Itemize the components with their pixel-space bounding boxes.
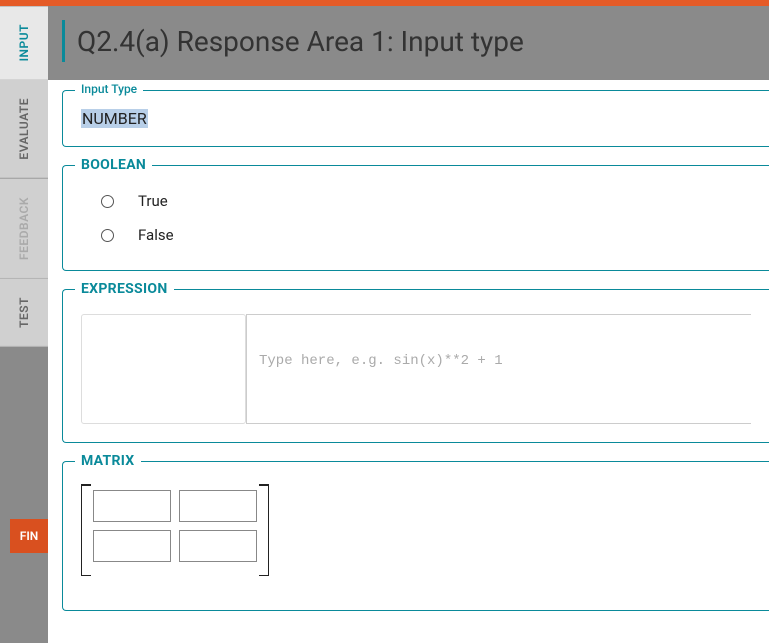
radio-label: True [138,192,168,210]
boolean-option-true[interactable]: True [81,184,751,218]
boolean-fieldset: BOOLEAN True False [62,165,769,271]
matrix-cell[interactable] [179,490,257,522]
radio-label: False [138,226,174,244]
expression-fieldset: EXPRESSION Type here, e.g. sin(x)**2 + 1 [62,289,769,443]
matrix-cell[interactable] [179,530,257,562]
expression-input[interactable]: Type here, e.g. sin(x)**2 + 1 [246,314,751,424]
radio-icon [101,229,114,242]
bracket-left-icon [81,484,87,576]
boolean-option-false[interactable]: False [81,218,751,252]
matrix-cell[interactable] [93,530,171,562]
bracket-right-icon [263,484,269,576]
tab-input[interactable]: INPUT [0,6,48,80]
matrix-fieldset: MATRIX [62,461,769,611]
matrix-legend: MATRIX [75,453,141,469]
content-panel: Input Type NUMBER BOOLEAN True False EXP… [48,80,769,643]
sidebar: INPUT EVALUATE FEEDBACK TEST FIN [0,6,48,643]
tab-evaluate[interactable]: EVALUATE [0,80,48,179]
input-type-fieldset[interactable]: Input Type NUMBER [62,90,769,147]
page-title: Q2.4(a) Response Area 1: Input type [77,25,524,58]
expression-preview [81,314,246,424]
tab-feedback[interactable]: FEEDBACK [0,179,48,279]
page-header: Q2.4(a) Response Area 1: Input type [48,6,769,80]
expression-legend: EXPRESSION [75,281,174,297]
finish-button[interactable]: FIN [10,519,48,553]
header-accent [62,20,65,62]
input-type-legend: Input Type [75,82,143,96]
input-type-value[interactable]: NUMBER [81,109,148,128]
boolean-legend: BOOLEAN [75,157,152,173]
radio-icon [101,195,114,208]
matrix-grid [91,484,259,568]
matrix-cell[interactable] [93,490,171,522]
tab-test[interactable]: TEST [0,279,48,347]
